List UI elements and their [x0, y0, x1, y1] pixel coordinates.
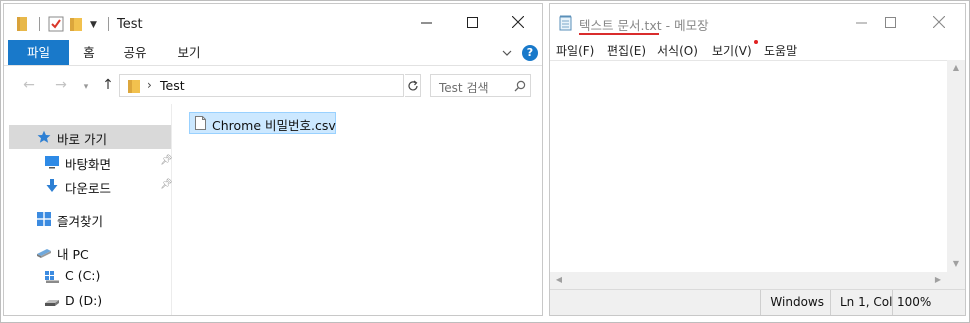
nav-label: D (D:): [65, 293, 103, 308]
nav-label: 바로 가기: [57, 132, 107, 147]
scrollbar-corner: [947, 272, 965, 289]
pin-icon[interactable]: 📌︎: [160, 179, 173, 191]
nav-item-desktop[interactable]: 바탕화면 📌︎: [9, 150, 173, 174]
download-icon: [46, 179, 58, 192]
nav-label: 다운로드: [65, 181, 112, 196]
file-name: Chrome 비밀번호.csv: [212, 118, 336, 133]
tab-home[interactable]: 홈: [70, 40, 108, 65]
breadcrumb[interactable]: Test: [160, 78, 185, 93]
scroll-up-icon[interactable]: ▲: [947, 60, 965, 76]
scroll-down-icon[interactable]: ▼: [947, 256, 965, 272]
address-bar[interactable]: › Test: [119, 74, 404, 97]
nav-item-quick-access[interactable]: 바로 가기: [9, 125, 171, 149]
close-button[interactable]: [495, 4, 541, 40]
menu-bar: 파일(F) 편집(E) 서식(O) 보기(V) 도움말: [550, 40, 965, 60]
refresh-icon: [407, 80, 418, 90]
status-zoom: 100%: [892, 290, 965, 315]
minimize-button[interactable]: [403, 4, 449, 40]
status-position: Ln 1, Col: [830, 290, 892, 315]
help-icon[interactable]: ?: [522, 45, 538, 61]
vertical-scrollbar[interactable]: ▲ ▼: [947, 60, 965, 272]
ribbon-tabs: 파일 홈 공유 보기 ?: [4, 40, 542, 66]
menu-edit[interactable]: 편집(E): [607, 42, 646, 59]
breadcrumb-separator[interactable]: ›: [147, 78, 152, 92]
nav-item-downloads[interactable]: 다운로드 📌︎: [9, 174, 173, 198]
close-button[interactable]: [916, 4, 962, 40]
forward-arrow-icon[interactable]: →: [53, 78, 69, 92]
maximize-button[interactable]: [867, 4, 913, 40]
nav-label: 즐겨찾기: [57, 214, 104, 229]
explorer-title-bar[interactable]: ▼ Test: [4, 4, 542, 40]
minimize-icon: [420, 22, 432, 23]
file-explorer-window: ▼ Test 파일 홈 공유 보기 ? ← → ▾ ↑ › Test Test …: [3, 3, 543, 316]
recent-locations-icon[interactable]: ▾: [81, 80, 91, 94]
window-title: 텍스트 문서.txt - 메모장: [579, 18, 709, 33]
drive-icon: [45, 271, 59, 283]
navigation-pane: 바로 가기 바탕화면 📌︎ 다운로드 📌︎ 즐겨찾기 내 PC C (C:) D…: [4, 104, 173, 315]
zoom-level: 100%: [897, 295, 932, 309]
nav-item-this-pc[interactable]: 내 PC: [9, 240, 171, 264]
annotation-dot: [754, 40, 758, 44]
window-title: Test: [117, 17, 143, 32]
menu-format[interactable]: 서식(O): [657, 42, 698, 59]
folder-icon[interactable]: [17, 16, 27, 32]
refresh-button[interactable]: [405, 74, 421, 97]
folder-icon[interactable]: [70, 16, 82, 32]
close-icon: [512, 16, 524, 28]
up-arrow-icon[interactable]: ↑: [100, 78, 116, 92]
divider: [108, 17, 109, 31]
navigation-bar: ← → ▾ ↑ › Test Test 검색: [4, 66, 542, 104]
computer-icon: [37, 249, 51, 258]
nav-label: 내 PC: [57, 247, 89, 262]
desktop-icon: [45, 156, 59, 169]
divider: [39, 17, 40, 31]
nav-label: C (C:): [65, 268, 101, 283]
nav-item-drive-d[interactable]: D (D:): [9, 289, 171, 313]
pin-icon[interactable]: 📌︎: [160, 155, 173, 167]
notepad-title-bar[interactable]: 텍스트 문서.txt - 메모장: [550, 4, 965, 40]
tab-share[interactable]: 공유: [114, 40, 156, 65]
nav-label: 바탕화면: [65, 157, 112, 172]
nav-item-favorites[interactable]: 즐겨찾기: [9, 207, 171, 231]
menu-file[interactable]: 파일(F): [556, 42, 594, 59]
horizontal-scrollbar[interactable]: ◀ ▶: [550, 272, 947, 289]
menu-help[interactable]: 도움말: [764, 42, 797, 59]
back-arrow-icon[interactable]: ←: [21, 78, 37, 92]
scroll-right-icon[interactable]: ▶: [929, 272, 947, 288]
star-icon: [37, 130, 51, 143]
csv-file-icon: [195, 116, 206, 130]
grid-icon: [37, 212, 51, 226]
status-line-ending: Windows: [760, 290, 830, 315]
search-input[interactable]: Test 검색: [439, 79, 489, 96]
text-editor[interactable]: [550, 60, 947, 272]
notepad-window: 텍스트 문서.txt - 메모장 파일(F) 편집(E) 서식(O) 보기(V)…: [549, 3, 966, 316]
tab-file[interactable]: 파일: [8, 40, 69, 65]
maximize-icon: [884, 16, 896, 28]
maximize-button[interactable]: [449, 4, 495, 40]
cursor-position: Ln 1, Col: [840, 295, 893, 309]
file-list: Chrome 비밀번호.csv: [173, 104, 542, 315]
expand-ribbon-icon[interactable]: [501, 47, 513, 59]
chevron-down-icon[interactable]: ▼: [90, 20, 100, 30]
search-icon: [514, 80, 526, 92]
scroll-left-icon[interactable]: ◀: [550, 272, 568, 288]
nav-item-drive-c[interactable]: C (C:): [9, 264, 171, 288]
close-icon: [933, 16, 945, 28]
file-item[interactable]: Chrome 비밀번호.csv: [189, 112, 336, 134]
drive-icon: [45, 300, 59, 306]
annotation-underline: [579, 33, 659, 35]
folder-icon: [128, 80, 140, 93]
search-box[interactable]: Test 검색: [430, 74, 531, 97]
notepad-icon: [559, 15, 572, 31]
line-ending-label: Windows: [770, 295, 824, 309]
tab-view[interactable]: 보기: [168, 40, 210, 65]
maximize-icon: [466, 16, 478, 28]
menu-view[interactable]: 보기(V): [712, 42, 752, 59]
properties-icon[interactable]: [48, 16, 64, 32]
minimize-icon: [855, 22, 867, 23]
status-bar: Windows Ln 1, Col 100%: [550, 289, 965, 315]
